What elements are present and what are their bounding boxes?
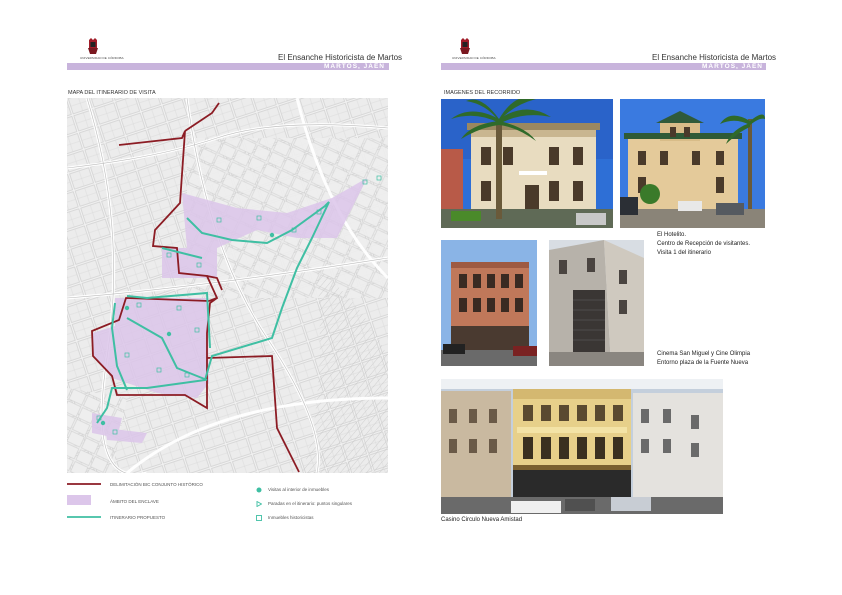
caption-hotelito-line3: Visita 1 del itinerario bbox=[657, 250, 711, 256]
itinerary-map bbox=[67, 98, 388, 473]
photos-section-title: IMAGENES DEL RECORRIDO bbox=[444, 90, 521, 96]
header-title: El Ensanche Historicista de Martos bbox=[278, 53, 403, 62]
header-subtitle: MARTOS, JAÉN bbox=[702, 63, 763, 70]
legend-label-enclave: ÁMBITO DEL ENCLAVE bbox=[110, 499, 159, 504]
photo-cine-olimpia bbox=[549, 240, 644, 366]
university-logo-text: UNIVERSIDAD DE CÓRDOBA bbox=[80, 56, 124, 60]
bic-line-icon bbox=[67, 483, 101, 485]
university-logo-text: UNIVERSIDAD DE CÓRDOBA bbox=[452, 56, 496, 60]
photo-hotelito-side bbox=[620, 99, 765, 228]
enclave-swatch-icon bbox=[67, 495, 91, 505]
legend-label-buildings: Inmuebles historicistas bbox=[268, 515, 314, 520]
caption-hotelito: El Hotelito. Centro de Recepción de visi… bbox=[657, 231, 750, 258]
itinerary-line-icon bbox=[67, 516, 101, 518]
photo-cinema-san-miguel bbox=[441, 240, 537, 366]
right-page: UNIVERSIDAD DE CÓRDOBA El Ensanche Histo… bbox=[421, 0, 842, 595]
caption-cinemas-line1: Cinema San Miguel y Cine Olimpia bbox=[657, 351, 751, 357]
caption-hotelito-line2: Centro de Recepción de visitantes. bbox=[657, 241, 751, 247]
photo-casino bbox=[441, 379, 723, 514]
caption-cinemas-line2: Entorno plaza de la Fuente Nueva bbox=[657, 360, 749, 366]
caption-casino: Casino Circulo Nueva Amistad bbox=[441, 516, 522, 525]
legend-label-visits: Visitas al interior de inmuebles bbox=[268, 487, 329, 492]
left-page: UNIVERSIDAD DE CÓRDOBA El Ensanche Histo… bbox=[0, 0, 421, 595]
caption-hotelito-line1: El Hotelito. bbox=[657, 232, 687, 238]
stop-triangle-icon bbox=[256, 501, 262, 507]
legend-label-bic: DELIMITACIÓN BIC CONJUNTO HISTÓRICO bbox=[110, 482, 203, 487]
visit-dot-icon bbox=[256, 487, 262, 493]
building-square-icon bbox=[256, 515, 262, 521]
header-title: El Ensanche Historicista de Martos bbox=[652, 53, 777, 62]
legend-label-stops: Paradas en el itinerario: puntos singula… bbox=[268, 501, 353, 506]
caption-cinemas: Cinema San Miguel y Cine Olimpia Entorno… bbox=[657, 350, 750, 368]
header-subtitle: MARTOS, JAÉN bbox=[324, 63, 385, 70]
map-drawing bbox=[67, 98, 388, 473]
photo-hotelito-front bbox=[441, 99, 613, 228]
caption-casino-line1: Casino Circulo Nueva Amistad bbox=[441, 517, 523, 523]
legend-label-itinerary: ITINERARIO PROPUESTO bbox=[110, 515, 166, 520]
map-section-title: MAPA DEL ITINERARIO DE VISITA bbox=[68, 90, 156, 96]
